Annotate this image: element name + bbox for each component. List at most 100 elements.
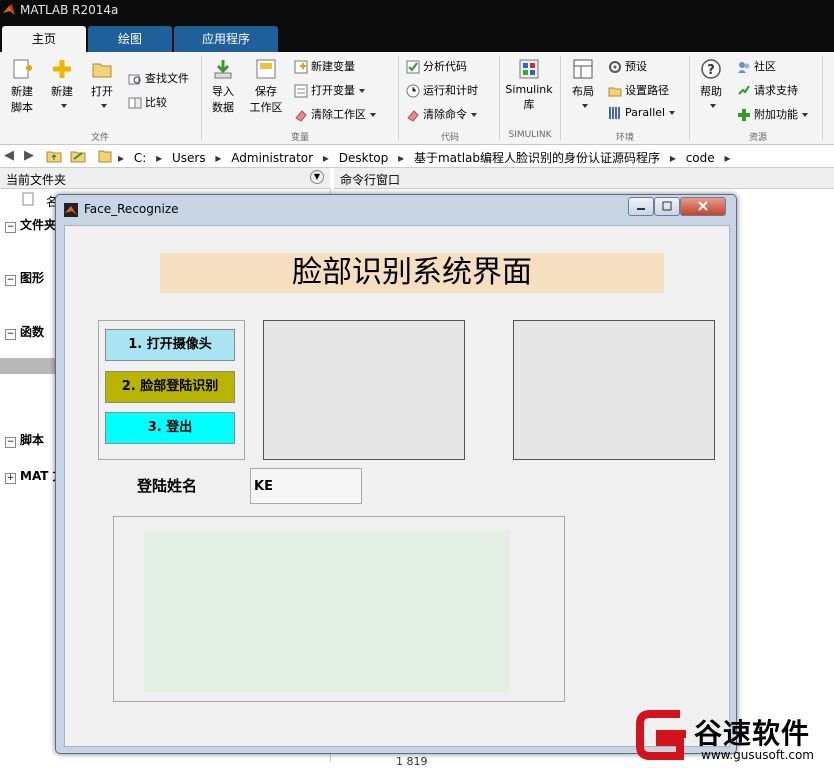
group-file-label: 文件 [90,133,109,143]
chevron-down-icon [669,111,676,115]
run-and-time-button[interactable]: 运行和计时 [406,82,478,98]
login-name-field[interactable]: KE [250,468,362,504]
chevron-down-icon [582,104,588,108]
breadcrumb: ▸ C: ▸ Users ▸ Administrator ▸ Desktop ▸… [118,149,737,166]
tab-apps[interactable]: 应用程序 [174,26,278,52]
parallel-button[interactable]: Parallel [608,106,676,120]
up-folder-icon[interactable] [46,148,62,163]
import-data-button[interactable]: 导入 数据 [205,58,241,115]
chevron-down-icon [802,113,808,117]
tab-home[interactable]: 主页 [2,26,86,52]
community-label: 社区 [754,60,776,73]
group-resources-label: 资源 [748,133,767,143]
breadcrumb-item[interactable]: C: [134,151,146,165]
new-button[interactable]: 新建 [44,58,80,112]
collapse-icon[interactable]: − [5,275,16,286]
close-button[interactable] [680,197,726,216]
compare-label: 比较 [145,96,167,109]
community-icon [738,62,750,73]
run-time-icon [406,84,420,98]
layout-button[interactable]: 布局 [566,58,600,112]
browse-folder-icon[interactable] [70,148,86,163]
request-support-button[interactable]: 请求支持 [737,82,798,98]
layout-label: 布局 [572,85,594,98]
breadcrumb-item[interactable]: Administrator [231,151,313,165]
tree-group-scripts[interactable]: − 脚本 [5,431,44,448]
analyze-label: 分析代码 [423,60,467,73]
save-workspace-icon [256,59,276,79]
open-button[interactable]: 打开 [84,58,120,112]
expand-icon[interactable]: + [5,473,16,484]
collapse-icon[interactable]: − [5,222,16,233]
find-files-label: 查找文件 [145,72,189,85]
login-name-label: 登陆姓名 [137,477,198,495]
find-files-button[interactable]: 查找文件 [128,70,189,86]
folder-icon [608,87,622,97]
help-label: 帮助 [700,85,722,98]
ribbon-separator [201,56,202,140]
breadcrumb-item[interactable]: 基于matlab编程人脸识别的身份认证源码程序 [414,151,660,165]
back-arrow-icon[interactable]: ◀ [4,148,14,163]
watermark: 谷速软件 www.gususoft.com [636,708,834,762]
command-window-title: 命令行窗口 [340,173,401,187]
tree-group-functions[interactable]: − 函数 [5,323,44,340]
analyze-code-button[interactable]: 分析代码 [406,58,467,74]
clear-workspace-button[interactable]: 清除工作区 [294,106,376,122]
analyze-icon [406,60,420,74]
save-workspace-button[interactable]: 保存 工作区 [244,58,288,115]
collapse-icon[interactable]: − [5,329,16,340]
collapse-icon[interactable]: − [5,437,16,448]
new-variable-icon [294,60,308,74]
pane-menu-icon[interactable]: ▼ [310,170,324,184]
parallel-label: Parallel [625,106,666,119]
new-script-label-2: 脚本 [11,101,33,114]
logout-button[interactable]: 3. 登出 [105,412,235,444]
tree-group-figures[interactable]: − 图形 [5,269,44,286]
import-label-1: 导入 [212,85,234,98]
breadcrumb-item[interactable]: Users [172,151,206,165]
face-login-button[interactable]: 2. 脸部登陆识别 [105,371,235,403]
folder-icon [92,63,112,78]
community-button[interactable]: 社区 [737,58,776,74]
open-variable-button[interactable]: 打开变量 [294,82,365,98]
tree-group-label: 脚本 [20,433,45,447]
minimize-button[interactable] [628,197,654,216]
help-icon: ? [701,59,721,79]
open-camera-button[interactable]: 1. 打开摄像头 [105,329,235,361]
group-env-label: 环境 [615,133,634,143]
run-time-label: 运行和计时 [423,84,478,97]
new-variable-button[interactable]: 新建变量 [294,58,355,74]
eraser-icon [295,110,307,122]
preferences-button[interactable]: 预设 [608,58,647,74]
new-script-button[interactable]: 新建 脚本 [4,58,40,115]
close-icon [698,201,708,211]
tree-group-label: 文件夹 [20,218,57,232]
clear-commands-button[interactable]: 清除命令 [406,106,477,122]
new-script-label-1: 新建 [11,85,33,98]
selected-row[interactable] [0,358,60,374]
current-folder-title: 当前文件夹 [6,173,67,187]
maximize-button[interactable] [654,197,680,216]
help-button[interactable]: ? 帮助 [694,58,728,112]
find-files-icon [128,74,141,85]
ribbon-separator [398,56,399,140]
breadcrumb-item[interactable]: Desktop [339,151,389,165]
set-path-button[interactable]: 设置路径 [608,82,669,98]
watermark-brand: 谷速软件 [694,717,811,750]
compare-button[interactable]: 比较 [128,94,167,110]
ribbon: 新建 脚本 新建 打开 查找文件 比较 文件 导入 数据 保存 工作区 新建变量… [0,52,834,145]
simulink-library-button[interactable]: Simulink 库 [504,58,554,112]
tab-plots[interactable]: 绘图 [88,26,172,52]
figure-title: Face_Recognize [84,202,179,216]
breadcrumb-item[interactable]: code [686,151,715,165]
result-area [144,531,510,692]
preferences-label: 预设 [625,60,647,73]
tree-group-folders[interactable]: − 文件夹 [5,216,56,233]
addons-button[interactable]: 附加功能 [737,106,808,122]
ribbon-separator [822,56,823,140]
file-icon [22,192,34,206]
chevron-down-icon [359,89,365,93]
forward-arrow-icon[interactable]: ▶ [24,148,34,163]
open-label: 打开 [91,85,113,98]
chevron-down-icon [710,104,716,108]
